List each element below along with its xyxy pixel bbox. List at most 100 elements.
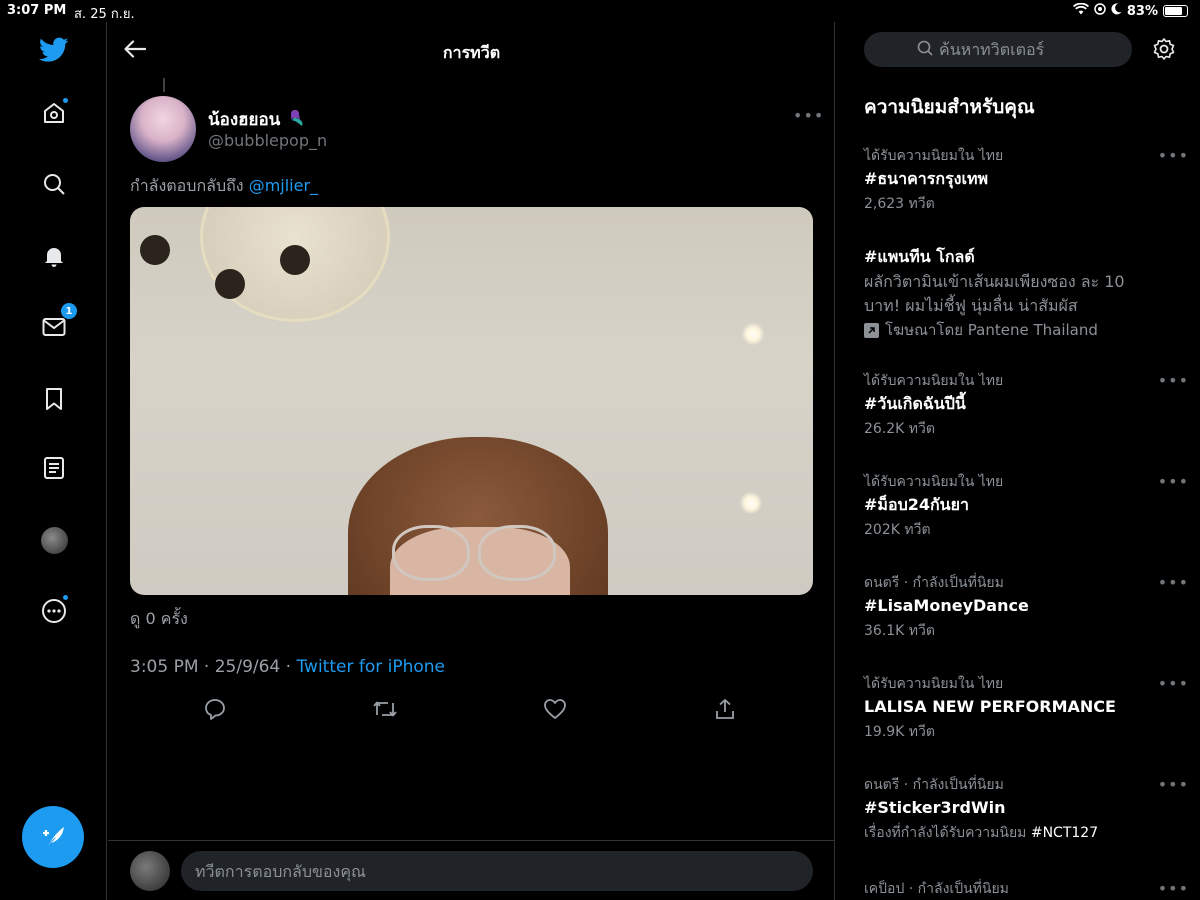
tweet-meta: 3:05 PM · 25/9/64 · Twitter for iPhone xyxy=(130,657,445,677)
trend-item[interactable]: ดนตรี · กำลังเป็นที่นิยม #Sticker3rdWin … xyxy=(864,775,1188,845)
mermaid-emoji-icon xyxy=(286,108,306,133)
tweet-video[interactable] xyxy=(130,207,813,595)
location-lock-icon xyxy=(1094,3,1106,19)
trend-name: #ม็อบ24กันยา xyxy=(864,495,969,514)
profile-avatar[interactable] xyxy=(38,524,70,556)
home-icon[interactable] xyxy=(38,97,70,129)
trend-count: 19.9K ทวีต xyxy=(864,724,935,740)
status-bar: 3:07 PM ส. 25 ก.ย. 83% xyxy=(0,0,1200,22)
trend-more-icon[interactable]: ••• xyxy=(1158,573,1189,592)
main-header: การทวีต xyxy=(108,22,835,78)
trend-item[interactable]: ได้รับความนิยมใน ไทย LALISA NEW PERFORMA… xyxy=(864,674,1188,744)
lists-icon[interactable] xyxy=(38,452,70,484)
video-ceiling-light xyxy=(740,492,762,514)
author-avatar[interactable] xyxy=(130,96,196,162)
reply-input[interactable] xyxy=(181,851,813,891)
status-time: 3:07 PM xyxy=(7,3,67,18)
right-sidebar: ความนิยมสำหรับคุณ ได้รับความนิยมใน ไทย #… xyxy=(836,22,1200,900)
trend-context: ดนตรี · กำลังเป็นที่นิยม xyxy=(864,777,1004,793)
author-name[interactable]: น้องฮยอน xyxy=(208,106,306,133)
trend-count: 202K ทวีต xyxy=(864,522,931,538)
battery-icon xyxy=(1163,5,1188,17)
trend-count: 26.2K ทวีต xyxy=(864,421,935,437)
trend-more-icon[interactable]: ••• xyxy=(1158,674,1189,693)
tweet-more-icon[interactable]: ••• xyxy=(793,106,824,125)
more-options-icon[interactable] xyxy=(38,594,70,627)
thread-connector-line xyxy=(163,78,165,92)
trend-context: ได้รับความนิยมใน ไทย xyxy=(864,373,1004,389)
trend-context: ได้รับความนิยมใน ไทย xyxy=(864,676,1004,692)
trend-description: เรื่องที่กำลังได้รับความนิยม #NCT127 xyxy=(864,821,1179,845)
more-notification-dot xyxy=(62,594,69,601)
moon-icon xyxy=(1111,3,1122,19)
tweet-actions xyxy=(108,694,835,730)
tweet-client-link[interactable]: Twitter for iPhone xyxy=(296,657,445,677)
notifications-bell-icon[interactable] xyxy=(38,240,70,272)
video-bulb xyxy=(140,235,170,265)
promoted-trend-item[interactable]: #แพนทีน โกลด์ ผลักวิตามินเข้าเส้นผมเพียง… xyxy=(864,244,1179,342)
trend-context: ได้รับความนิยมใน ไทย xyxy=(864,148,1004,164)
explore-search-icon[interactable] xyxy=(38,168,70,200)
trend-item[interactable]: ได้รับความนิยมใน ไทย #ม็อบ24กันยา 202K ท… xyxy=(864,472,1188,542)
trend-description: ผลักวิตามินเข้าเส้นผมเพียงซอง ละ 10 บาท!… xyxy=(864,272,1125,315)
twitter-logo-icon[interactable] xyxy=(38,34,70,66)
tweet-timestamp: 3:05 PM · 25/9/64 · xyxy=(130,657,297,677)
settings-gear-icon[interactable] xyxy=(1151,36,1177,62)
share-icon[interactable] xyxy=(710,694,740,724)
trend-context: ดนตรี · กำลังเป็นที่นิยม xyxy=(864,575,1004,591)
trend-more-icon[interactable]: ••• xyxy=(1158,146,1189,165)
profile-avatar-image xyxy=(40,526,68,554)
trend-item[interactable]: ดนตรี · กำลังเป็นที่นิยม #LisaMoneyDance… xyxy=(864,573,1188,643)
trend-name: #LisaMoneyDance xyxy=(864,596,1029,615)
video-bulb xyxy=(215,269,245,299)
trend-item[interactable]: ได้รับความนิยมใน ไทย #ธนาคารกรุงเทพ 2,62… xyxy=(864,146,1188,216)
trend-item[interactable]: ได้รับความนิยมใน ไทย #วันเกิดฉันปีนี้ 26… xyxy=(864,371,1188,441)
trend-name: #Sticker3rdWin xyxy=(864,798,1006,817)
home-notification-dot xyxy=(62,97,69,104)
search-bar[interactable] xyxy=(864,32,1132,67)
left-nav: 1 xyxy=(0,22,107,900)
reply-icon[interactable] xyxy=(200,694,230,724)
author-handle[interactable]: @bubblepop_n xyxy=(208,131,327,150)
messages-mail-icon[interactable]: 1 xyxy=(38,303,77,343)
trend-name: #แพนทีน โกลด์ xyxy=(864,247,975,266)
reply-mention-link[interactable]: @mjlier_ xyxy=(249,176,318,195)
view-count: ดู 0 ครั้ง xyxy=(130,609,188,628)
trend-name: LALISA NEW PERFORMANCE xyxy=(864,697,1116,716)
main-column: การทวีต น้องฮยอน @bubblepop_n ••• กำลังต… xyxy=(108,22,835,900)
trend-name: #วันเกิดฉันปีนี้ xyxy=(864,394,966,413)
like-heart-icon[interactable] xyxy=(540,694,570,724)
compose-tweet-button[interactable] xyxy=(22,806,84,868)
messages-badge: 1 xyxy=(61,303,77,319)
trend-desc-prefix: เรื่องที่กำลังได้รับความนิยม xyxy=(864,825,1027,841)
trend-context: ได้รับความนิยมใน ไทย xyxy=(864,474,1004,490)
trend-count: 36.1K ทวีต xyxy=(864,623,935,639)
video-ceiling-light xyxy=(742,323,764,345)
trend-item[interactable]: เคป็อป · กำลังเป็นที่นิยม ••• xyxy=(864,879,1188,899)
page-title: การทวีต xyxy=(442,43,501,62)
trend-more-icon[interactable]: ••• xyxy=(1158,371,1189,390)
trend-context: เคป็อป · กำลังเป็นที่นิยม xyxy=(864,881,1009,897)
trend-more-icon[interactable]: ••• xyxy=(1158,472,1189,491)
promoted-arrow-icon xyxy=(864,322,879,338)
trends-section-title: ความนิยมสำหรับคุณ xyxy=(864,96,1035,118)
promoted-text: โฆษณาโดย Pantene Thailand xyxy=(885,321,1098,339)
status-indicators: 83% xyxy=(1072,2,1188,19)
reply-prefix: กำลังตอบกลับถึง xyxy=(130,176,244,195)
reply-user-avatar xyxy=(130,851,170,891)
author-name-text: น้องฮยอน xyxy=(208,110,281,130)
wifi-icon xyxy=(1072,2,1089,19)
reply-composer xyxy=(108,840,835,900)
search-input[interactable] xyxy=(939,40,1079,59)
video-bulb xyxy=(280,245,310,275)
trend-name: #ธนาคารกรุงเทพ xyxy=(864,169,989,188)
retweet-icon[interactable] xyxy=(370,694,400,724)
trend-more-icon[interactable]: ••• xyxy=(1158,775,1189,794)
compose-feather-icon xyxy=(43,827,64,848)
trend-desc-tag[interactable]: #NCT127 xyxy=(1031,825,1098,841)
video-glasses-right xyxy=(478,525,556,581)
trend-more-icon[interactable]: ••• xyxy=(1158,879,1189,898)
battery-percent: 83% xyxy=(1126,3,1158,19)
bookmarks-icon[interactable] xyxy=(38,383,70,415)
status-date: ส. 25 ก.ย. xyxy=(74,7,135,22)
